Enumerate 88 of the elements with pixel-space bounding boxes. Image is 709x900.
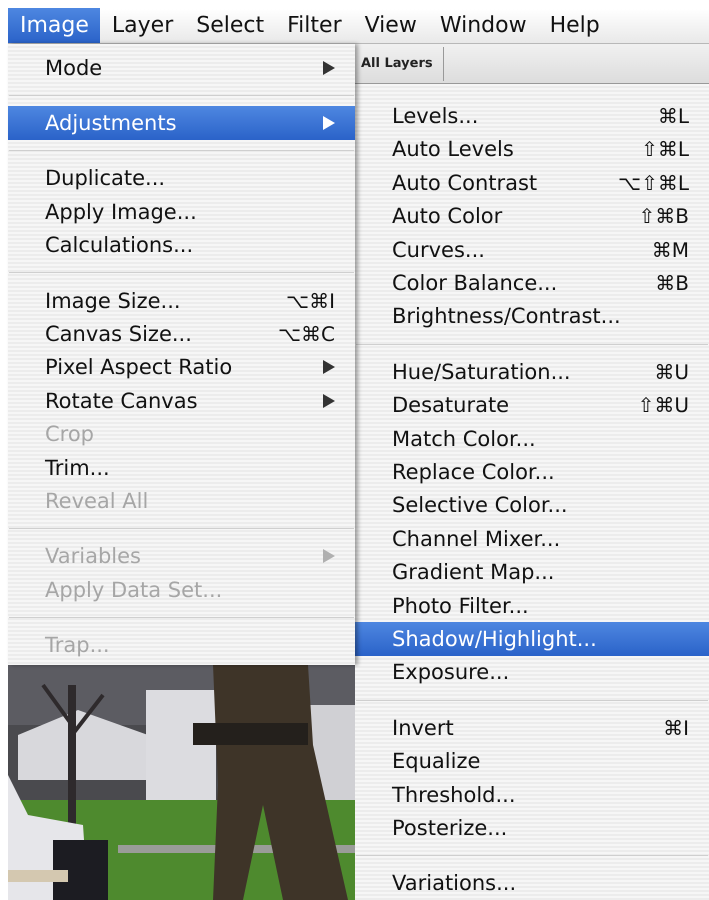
menu-item-label: Invert [392,716,454,740]
menu-item[interactable]: Curves... ⌘M [355,232,709,266]
menu-item[interactable]: Channel Mixer... [355,522,709,556]
menu-item-label: Levels... [392,104,478,128]
menu-item-label: Curves... [392,238,485,262]
menu-item-label: Color Balance... [392,271,558,296]
menu-item-label: Selective Color... [392,493,568,518]
menu-item[interactable]: Adjustments [8,106,355,140]
menu-item[interactable]: Auto Levels ⇧⌘L [355,132,709,166]
menu-item[interactable]: Invert ⌘I [355,711,709,744]
menu-item-label: Photo Filter... [392,594,529,618]
shortcut-label: ⌘L [658,104,689,128]
menu-item[interactable]: Canvas Size... ⌥⌘C [8,317,355,351]
menu-item-label: Canvas Size... [45,322,192,346]
menu-item-label: Image Size... [45,288,181,313]
menu-item[interactable]: Gradient Map... [355,555,709,589]
menu-item[interactable]: Photo Filter... [355,588,709,622]
menu-item-label: Variations... [392,871,516,896]
menu-item-label: Crop [45,422,94,446]
menu-item[interactable]: Auto Contrast ⌥⇧⌘L [355,166,709,200]
menu-item[interactable]: Desaturate ⇧⌘U [355,388,709,422]
menu-item-label: Apply Image... [45,200,197,224]
menu-item[interactable]: Image Size... ⌥⌘I [8,284,355,318]
menu-item[interactable]: Levels... ⌘L [355,99,709,133]
menu-item-label: Auto Levels [392,137,514,162]
menu-item[interactable]: Equalize [355,744,709,778]
menu-item[interactable]: Threshold... [355,778,709,812]
menu-item-label: Duplicate... [45,166,166,190]
shortcut-label: ⇧⌘U [638,393,689,418]
menu-item-label: Trap... [45,633,110,658]
menu-item-label: Equalize [392,749,480,774]
menu-item[interactable]: Brightness/Contrast... [355,300,709,334]
menu-item[interactable]: Apply Image... [8,195,355,229]
shortcut-label: ⇧⌘B [638,204,689,228]
shortcut-label: ⌘M [652,238,689,262]
menu-item[interactable]: Exposure... [355,656,709,690]
menu-item-label: Pixel Aspect Ratio [45,355,232,380]
menu-item-label: Trim... [45,456,110,480]
menu-title[interactable]: Image [8,8,100,43]
menu-item[interactable]: Duplicate... [8,162,355,196]
menu-item-label: Auto Color [392,204,502,228]
menu-item-label: Mode [45,56,102,80]
menu-item[interactable]: Pixel Aspect Ratio [8,350,355,384]
menu-item-label: Match Color... [392,426,536,451]
menu-item[interactable]: Mode [8,51,355,84]
menu-item[interactable]: Trim... [8,450,355,484]
menu-title[interactable]: Window [428,8,538,43]
menu-item-label: Gradient Map... [392,560,554,584]
menu-title[interactable]: Help [538,8,611,43]
menu-item-label: Brightness/Contrast... [392,304,621,328]
menu-item-label: Auto Contrast [392,170,538,195]
menu-item-label: Reveal All [45,488,148,513]
menu-item-label: Posterize... [392,816,508,840]
menu-item[interactable]: Replace Color... [355,455,709,489]
menu-item-label: Threshold... [392,782,516,807]
menu-item-label: Hue/Saturation... [392,360,571,384]
shortcut-label: ⌘U [654,360,689,384]
shortcut-label: ⌘B [655,271,689,296]
menu-item[interactable]: Calculations... [8,228,355,262]
shortcut-label: ⌥⇧⌘L [618,170,689,195]
menu-title[interactable]: Select [184,8,276,43]
menu-item[interactable]: Variations... [355,866,709,900]
menu-item-label: Variables [45,544,141,568]
menu-item-label: Exposure... [392,660,510,684]
menu-item[interactable]: Shadow/Highlight... [355,622,709,656]
toolbar-label: All Layers [361,56,433,72]
menu-item[interactable]: Rotate Canvas [8,384,355,418]
menu-title[interactable]: Layer [100,8,184,43]
shortcut-label: ⌥⌘I [286,288,335,313]
menu-title[interactable]: View [352,8,428,43]
menu-item-label: Adjustments [45,111,177,136]
menu-item-label: Calculations... [45,233,194,258]
menu-item-label: Replace Color... [392,460,555,484]
shortcut-label: ⌘I [663,716,689,740]
menu-item-label: Channel Mixer... [392,526,560,551]
menu-item-label: Rotate Canvas [45,388,198,413]
shortcut-label: ⇧⌘L [641,137,689,162]
menu-item[interactable]: Hue/Saturation... ⌘U [355,355,709,389]
menu-item[interactable]: Color Balance... ⌘B [355,266,709,300]
menu-item[interactable]: Auto Color ⇧⌘B [355,200,709,233]
menu-item[interactable]: Selective Color... [355,488,709,522]
menu-item-label: Apply Data Set... [45,578,222,602]
shortcut-label: ⌥⌘C [278,322,335,346]
menu-item-label: Desaturate [392,393,510,418]
menu-item[interactable]: Match Color... [355,422,709,456]
menu-item-label: Shadow/Highlight... [392,626,597,651]
menu-item[interactable]: Posterize... [355,811,709,845]
menu-title[interactable]: Filter [275,8,353,43]
